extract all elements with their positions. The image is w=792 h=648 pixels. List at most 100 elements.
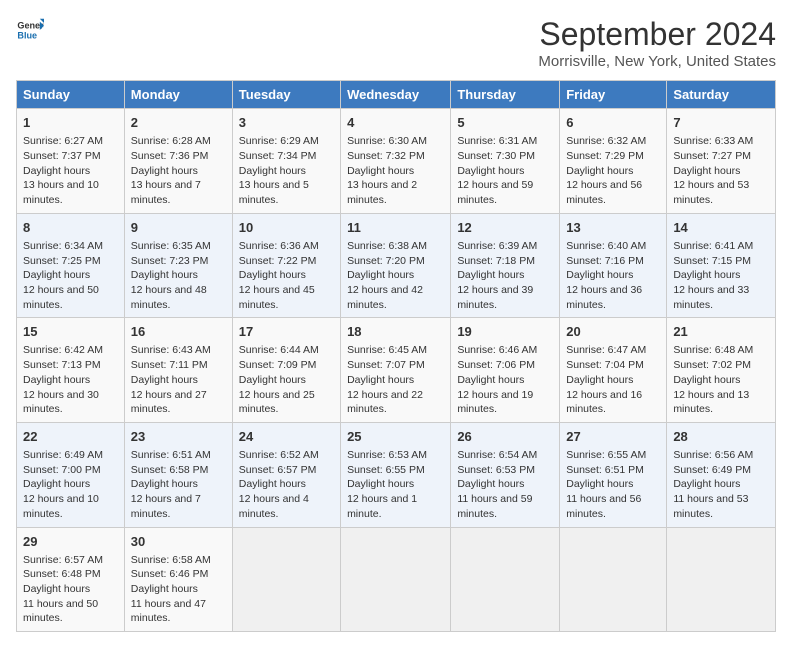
sunset: Sunset: 6:46 PM: [131, 568, 209, 580]
daylight-label: Daylight hours: [239, 269, 306, 281]
daylight-value: 13 hours and 10 minutes.: [23, 179, 99, 206]
table-row: 9 Sunrise: 6:35 AM Sunset: 7:23 PM Dayli…: [124, 213, 232, 318]
calendar-header-row: Sunday Monday Tuesday Wednesday Thursday…: [17, 81, 776, 109]
day-number: 8: [23, 219, 118, 237]
day-number: 25: [347, 428, 444, 446]
table-row: 30 Sunrise: 6:58 AM Sunset: 6:46 PM Dayl…: [124, 527, 232, 632]
daylight-value: 12 hours and 45 minutes.: [239, 284, 315, 311]
day-number: 17: [239, 323, 334, 341]
sunrise: Sunrise: 6:42 AM: [23, 344, 103, 356]
col-thursday: Thursday: [451, 81, 560, 109]
col-friday: Friday: [560, 81, 667, 109]
daylight-value: 11 hours and 56 minutes.: [566, 493, 641, 520]
sunset: Sunset: 7:07 PM: [347, 359, 425, 371]
table-row: 8 Sunrise: 6:34 AM Sunset: 7:25 PM Dayli…: [17, 213, 125, 318]
table-row: 7 Sunrise: 6:33 AM Sunset: 7:27 PM Dayli…: [667, 109, 776, 214]
sunset: Sunset: 7:09 PM: [239, 359, 317, 371]
daylight-label: Daylight hours: [673, 269, 740, 281]
sunset: Sunset: 6:58 PM: [131, 464, 209, 476]
sunrise: Sunrise: 6:45 AM: [347, 344, 427, 356]
daylight-label: Daylight hours: [239, 165, 306, 177]
col-saturday: Saturday: [667, 81, 776, 109]
sunrise: Sunrise: 6:36 AM: [239, 240, 319, 252]
day-number: 26: [457, 428, 553, 446]
daylight-value: 12 hours and 25 minutes.: [239, 389, 315, 416]
day-number: 16: [131, 323, 226, 341]
sunrise: Sunrise: 6:30 AM: [347, 135, 427, 147]
sunset: Sunset: 7:04 PM: [566, 359, 644, 371]
table-row: 16 Sunrise: 6:43 AM Sunset: 7:11 PM Dayl…: [124, 318, 232, 423]
table-row: 15 Sunrise: 6:42 AM Sunset: 7:13 PM Dayl…: [17, 318, 125, 423]
sunrise: Sunrise: 6:31 AM: [457, 135, 537, 147]
daylight-value: 12 hours and 53 minutes.: [673, 179, 749, 206]
sunrise: Sunrise: 6:51 AM: [131, 449, 211, 461]
daylight-label: Daylight hours: [23, 583, 90, 595]
sunset: Sunset: 7:16 PM: [566, 255, 644, 267]
sunrise: Sunrise: 6:43 AM: [131, 344, 211, 356]
sunrise: Sunrise: 6:28 AM: [131, 135, 211, 147]
daylight-value: 11 hours and 47 minutes.: [131, 598, 206, 625]
table-row: 18 Sunrise: 6:45 AM Sunset: 7:07 PM Dayl…: [341, 318, 451, 423]
daylight-label: Daylight hours: [23, 269, 90, 281]
sunrise: Sunrise: 6:52 AM: [239, 449, 319, 461]
sunrise: Sunrise: 6:32 AM: [566, 135, 646, 147]
daylight-label: Daylight hours: [566, 478, 633, 490]
daylight-label: Daylight hours: [239, 478, 306, 490]
day-number: 21: [673, 323, 769, 341]
daylight-label: Daylight hours: [673, 374, 740, 386]
col-wednesday: Wednesday: [341, 81, 451, 109]
sunrise: Sunrise: 6:56 AM: [673, 449, 753, 461]
sunset: Sunset: 7:32 PM: [347, 150, 425, 162]
daylight-label: Daylight hours: [347, 269, 414, 281]
page-subtitle: Morrisville, New York, United States: [538, 53, 776, 70]
daylight-value: 12 hours and 30 minutes.: [23, 389, 99, 416]
sunset: Sunset: 6:51 PM: [566, 464, 644, 476]
sunset: Sunset: 7:00 PM: [23, 464, 101, 476]
daylight-label: Daylight hours: [131, 478, 198, 490]
sunrise: Sunrise: 6:57 AM: [23, 554, 103, 566]
calendar-week-row: 1 Sunrise: 6:27 AM Sunset: 7:37 PM Dayli…: [17, 109, 776, 214]
daylight-label: Daylight hours: [457, 374, 524, 386]
daylight-value: 12 hours and 1 minute.: [347, 493, 417, 520]
table-row: 13 Sunrise: 6:40 AM Sunset: 7:16 PM Dayl…: [560, 213, 667, 318]
sunrise: Sunrise: 6:34 AM: [23, 240, 103, 252]
daylight-value: 12 hours and 48 minutes.: [131, 284, 207, 311]
sunset: Sunset: 7:20 PM: [347, 255, 425, 267]
sunset: Sunset: 7:37 PM: [23, 150, 101, 162]
table-row: 21 Sunrise: 6:48 AM Sunset: 7:02 PM Dayl…: [667, 318, 776, 423]
calendar-week-row: 29 Sunrise: 6:57 AM Sunset: 6:48 PM Dayl…: [17, 527, 776, 632]
table-row: 25 Sunrise: 6:53 AM Sunset: 6:55 PM Dayl…: [341, 422, 451, 527]
day-number: 28: [673, 428, 769, 446]
daylight-value: 12 hours and 50 minutes.: [23, 284, 99, 311]
sunset: Sunset: 7:36 PM: [131, 150, 209, 162]
sunset: Sunset: 7:27 PM: [673, 150, 751, 162]
day-number: 2: [131, 114, 226, 132]
table-row: [667, 527, 776, 632]
sunrise: Sunrise: 6:47 AM: [566, 344, 646, 356]
table-row: [341, 527, 451, 632]
daylight-value: 12 hours and 19 minutes.: [457, 389, 533, 416]
daylight-value: 13 hours and 7 minutes.: [131, 179, 201, 206]
table-row: 4 Sunrise: 6:30 AM Sunset: 7:32 PM Dayli…: [341, 109, 451, 214]
daylight-label: Daylight hours: [566, 374, 633, 386]
daylight-value: 12 hours and 7 minutes.: [131, 493, 201, 520]
calendar-week-row: 15 Sunrise: 6:42 AM Sunset: 7:13 PM Dayl…: [17, 318, 776, 423]
col-tuesday: Tuesday: [232, 81, 340, 109]
title-area: September 2024 Morrisville, New York, Un…: [538, 16, 776, 70]
day-number: 23: [131, 428, 226, 446]
table-row: 24 Sunrise: 6:52 AM Sunset: 6:57 PM Dayl…: [232, 422, 340, 527]
sunrise: Sunrise: 6:38 AM: [347, 240, 427, 252]
daylight-label: Daylight hours: [457, 269, 524, 281]
sunrise: Sunrise: 6:55 AM: [566, 449, 646, 461]
daylight-value: 12 hours and 10 minutes.: [23, 493, 99, 520]
day-number: 29: [23, 533, 118, 551]
svg-text:Blue: Blue: [17, 30, 37, 40]
day-number: 20: [566, 323, 660, 341]
col-sunday: Sunday: [17, 81, 125, 109]
day-number: 19: [457, 323, 553, 341]
daylight-value: 12 hours and 59 minutes.: [457, 179, 533, 206]
daylight-value: 12 hours and 13 minutes.: [673, 389, 749, 416]
logo-icon: General Blue: [16, 16, 44, 44]
sunset: Sunset: 7:06 PM: [457, 359, 535, 371]
sunrise: Sunrise: 6:54 AM: [457, 449, 537, 461]
